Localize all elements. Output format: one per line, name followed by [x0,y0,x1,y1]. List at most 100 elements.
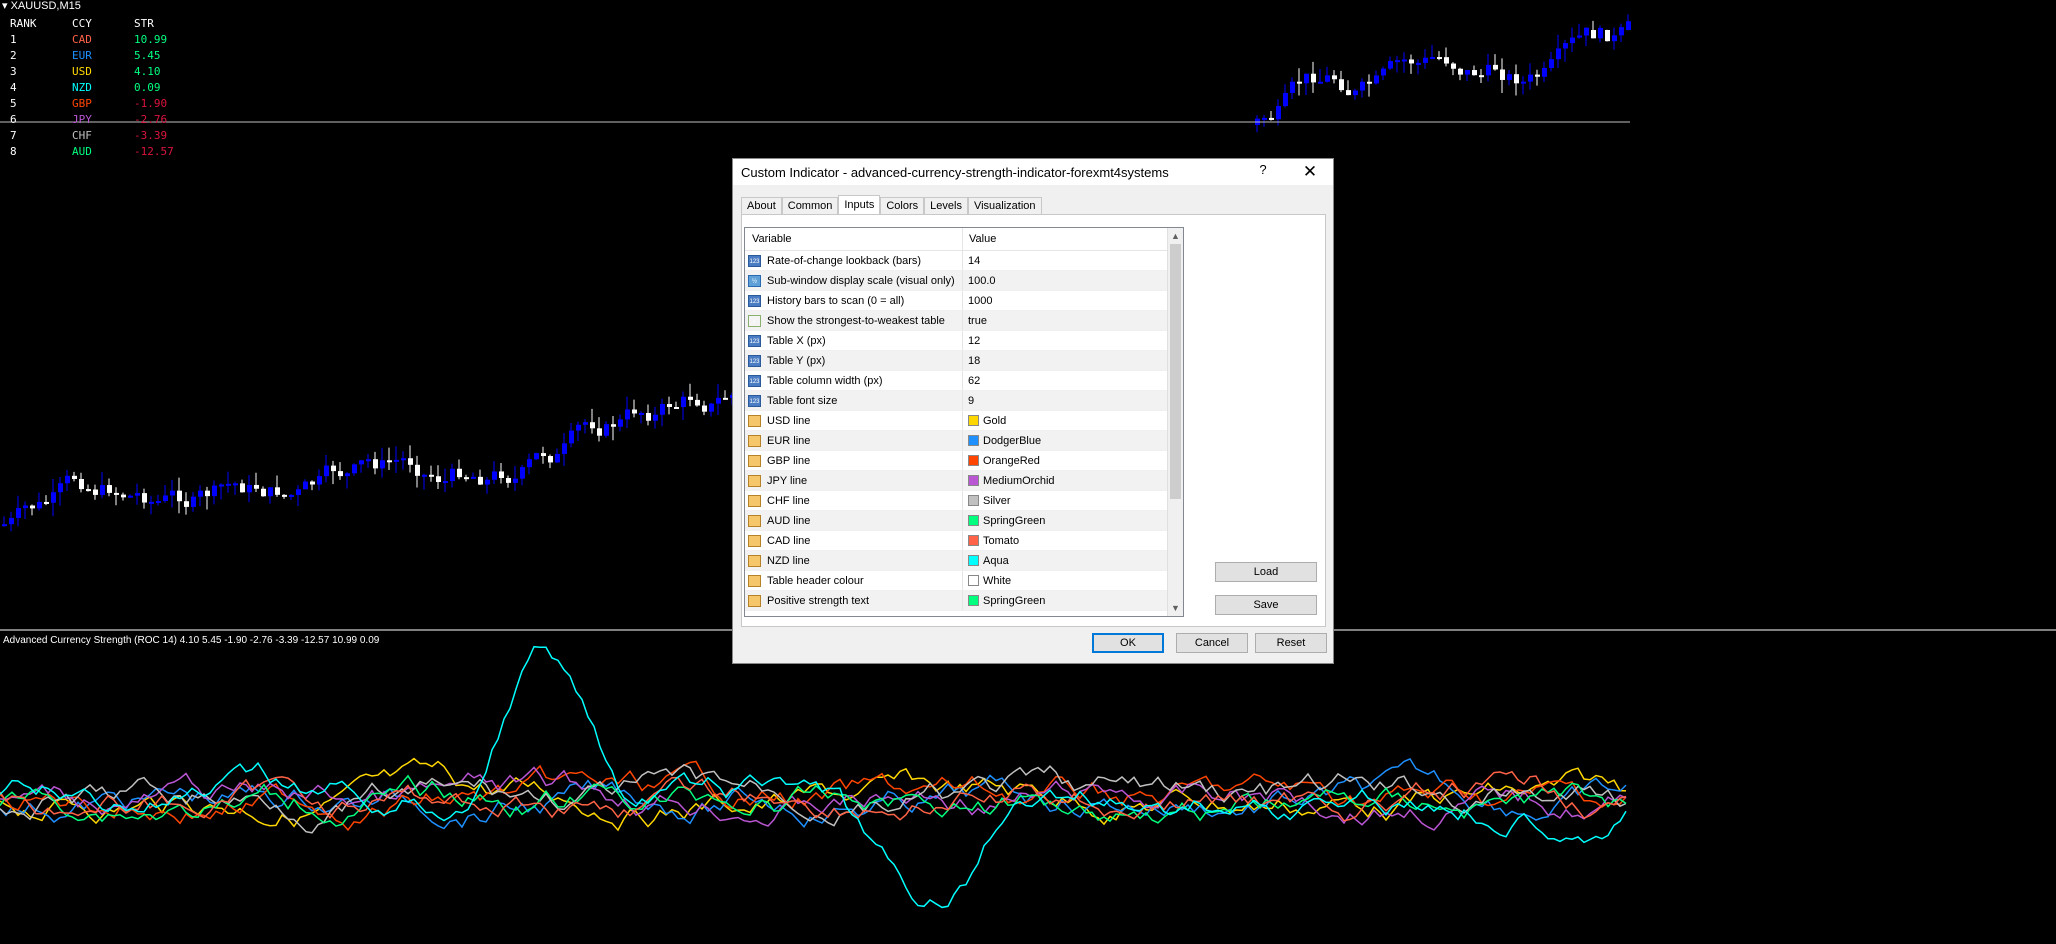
reset-button[interactable]: Reset [1255,633,1327,653]
input-variable: CHF line [745,491,963,510]
value-text[interactable]: 18 [968,355,980,367]
candle-body [191,496,196,507]
input-row[interactable]: CHF line Silver [745,491,1183,511]
scroll-thumb[interactable] [1170,244,1181,499]
tab-common[interactable]: Common [781,197,839,214]
input-row[interactable]: EUR line DodgerBlue [745,431,1183,451]
input-row[interactable]: 123 Table Y (px) 18 [745,351,1183,371]
candle-body [1339,79,1344,91]
cancel-button[interactable]: Cancel [1176,633,1248,653]
candle-body [1297,81,1302,84]
tab-colors[interactable]: Colors [880,197,925,214]
tab-levels[interactable]: Levels [924,197,968,214]
input-row[interactable]: Table header colour White [745,571,1183,591]
input-row[interactable]: CAD line Tomato [745,531,1183,551]
candle-body [1556,48,1561,60]
input-value[interactable]: SpringGreen [963,591,1045,610]
input-variable: JPY line [745,471,963,490]
input-value[interactable]: 100.0 [963,271,996,290]
value-text[interactable]: 12 [968,335,980,347]
candle-body [1367,81,1372,84]
input-variable: 123 Table Y (px) [745,351,963,370]
value-text[interactable]: SpringGreen [983,515,1045,527]
input-row[interactable]: 123 Rate-of-change lookback (bars) 14 [745,251,1183,271]
candle-body [702,405,707,412]
value-text[interactable]: 14 [968,255,980,267]
input-value[interactable]: 62 [963,371,980,390]
input-value[interactable]: 1000 [963,291,992,310]
collapse-arrow-icon[interactable]: ▾ [2,0,8,12]
scroll-down-icon[interactable]: ▼ [1168,600,1183,616]
input-row[interactable]: 123 History bars to scan (0 = all) 1000 [745,291,1183,311]
value-text[interactable]: Tomato [983,535,1019,547]
candle-body [1325,75,1330,82]
candle-body [513,478,518,483]
input-value[interactable]: 12 [963,331,980,350]
candle-body [632,409,637,414]
input-row[interactable]: JPY line MediumOrchid [745,471,1183,491]
candle-body [716,397,721,404]
input-value[interactable]: DodgerBlue [963,431,1041,450]
input-row[interactable]: 123 Table column width (px) 62 [745,371,1183,391]
grid-scrollbar[interactable]: ▲ ▼ [1167,228,1183,616]
input-value[interactable]: 18 [963,351,980,370]
candle-body [366,459,371,462]
ok-button[interactable]: OK [1092,633,1164,653]
scroll-up-icon[interactable]: ▲ [1168,228,1183,244]
input-row[interactable]: AUD line SpringGreen [745,511,1183,531]
input-value[interactable]: 9 [963,391,974,410]
value-text[interactable]: 9 [968,395,974,407]
dialog-titlebar[interactable]: Custom Indicator - advanced-currency-str… [733,159,1333,185]
candle-body [212,485,217,497]
candle-body [534,453,539,460]
input-row[interactable]: USD line Gold [745,411,1183,431]
column-value[interactable]: Value [963,228,996,250]
variable-label: Rate-of-change lookback (bars) [767,254,922,267]
tab-about[interactable]: About [741,197,782,214]
value-text[interactable]: MediumOrchid [983,475,1055,487]
value-text[interactable]: Silver [983,495,1011,507]
input-value[interactable]: Tomato [963,531,1019,550]
input-row[interactable]: NZD line Aqua [745,551,1183,571]
candle-body [1269,117,1274,120]
candle-body [380,460,385,469]
input-value[interactable]: White [963,571,1011,590]
input-value[interactable]: Silver [963,491,1011,510]
input-row[interactable]: ✓ Show the strongest-to-weakest table true [745,311,1183,331]
value-text[interactable]: 100.0 [968,275,996,287]
value-text[interactable]: White [983,575,1011,587]
input-row[interactable]: 123 Table font size 9 [745,391,1183,411]
value-text[interactable]: 1000 [968,295,992,307]
tab-visualization[interactable]: Visualization [967,197,1042,214]
value-text[interactable]: Aqua [983,555,1009,567]
column-variable[interactable]: Variable [745,228,963,250]
candle-body [107,485,112,493]
value-text[interactable]: Gold [983,415,1006,427]
input-value[interactable]: 14 [963,251,980,270]
value-text[interactable]: 62 [968,375,980,387]
input-row[interactable]: Positive strength text SpringGreen [745,591,1183,611]
close-icon[interactable]: ✕ [1293,159,1327,185]
input-value[interactable]: Gold [963,411,1006,430]
input-row[interactable]: GBP line OrangeRed [745,451,1183,471]
input-row[interactable]: ½ Sub-window display scale (visual only) 1… [745,271,1183,291]
value-text[interactable]: DodgerBlue [983,435,1041,447]
color-icon [748,474,761,487]
load-button[interactable]: Load [1215,562,1317,582]
candle-body [1444,57,1449,64]
value-text[interactable]: true [968,315,987,327]
input-value[interactable]: true [963,311,987,330]
candle-body [611,424,616,427]
input-value[interactable]: OrangeRed [963,451,1040,470]
input-value[interactable]: MediumOrchid [963,471,1055,490]
input-value[interactable]: Aqua [963,551,1009,570]
save-button[interactable]: Save [1215,595,1317,615]
value-text[interactable]: OrangeRed [983,455,1040,467]
input-variable: 123 Rate-of-change lookback (bars) [745,251,963,270]
candle-body [387,460,392,463]
input-value[interactable]: SpringGreen [963,511,1045,530]
tab-inputs[interactable]: Inputs [838,195,881,215]
input-row[interactable]: 123 Table X (px) 12 [745,331,1183,351]
help-icon[interactable]: ? [1253,162,1273,177]
value-text[interactable]: SpringGreen [983,595,1045,607]
